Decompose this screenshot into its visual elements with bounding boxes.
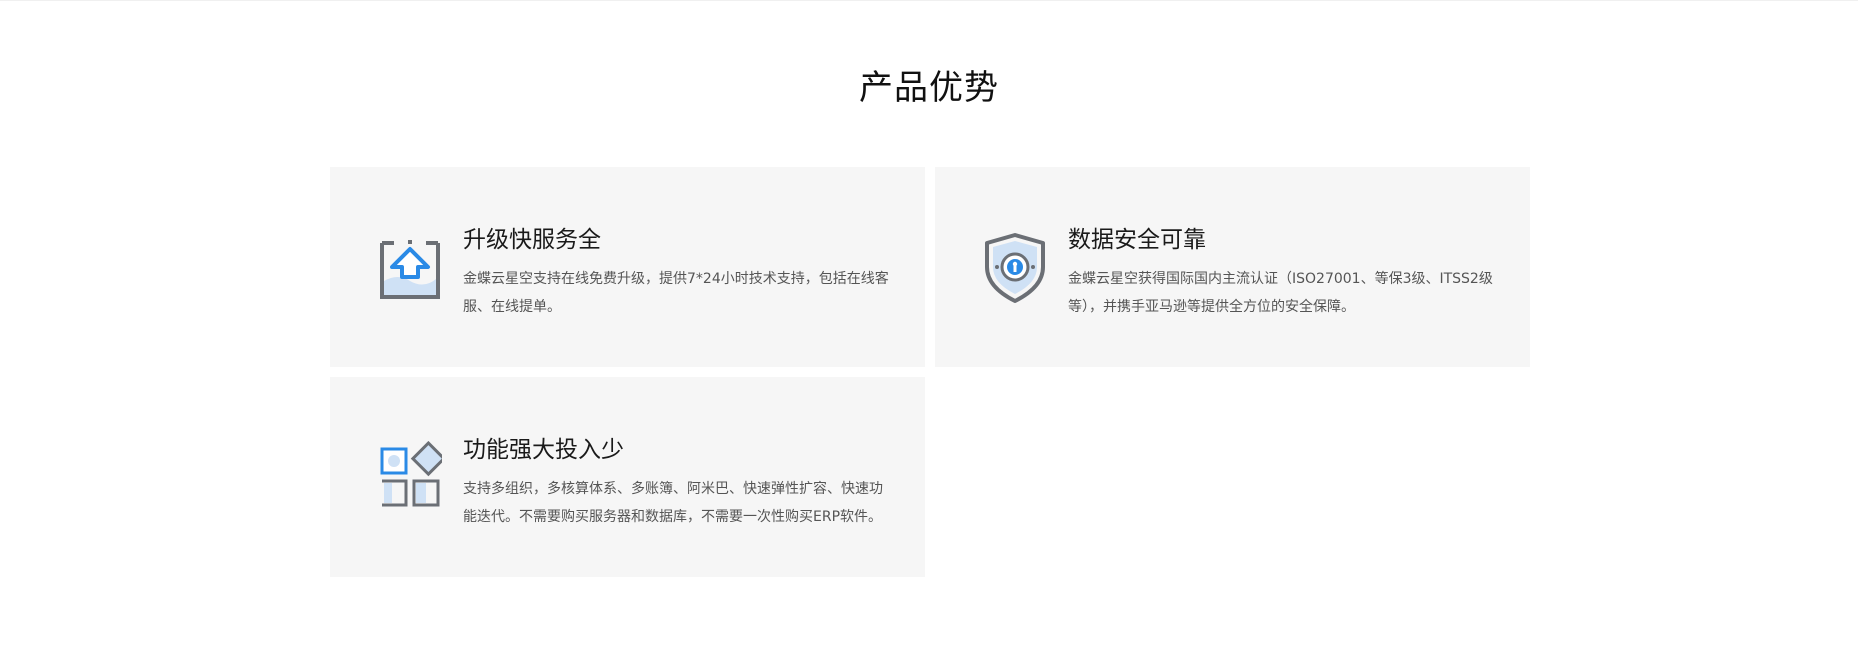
advantages-section: 产品优势 升级快服务全 金蝶云星空支持在线免费升级，提供7*24小时技术支持，包… — [0, 0, 1858, 672]
section-title: 产品优势 — [859, 68, 999, 108]
card-title: 升级快服务全 — [463, 227, 601, 253]
card-description: 支持多组织，多核算体系、多账簿、阿米巴、快速弹性扩容、快速功能迭代。不需要购买服… — [463, 481, 883, 525]
advantage-card-security: 数据安全可靠 金蝶云星空获得国际国内主流认证（ISO27001、等保3级、ITS… — [935, 167, 1530, 367]
card-description: 金蝶云星空支持在线免费升级，提供7*24小时技术支持，包括在线客服、在线提单。 — [463, 271, 889, 315]
advantage-card-upgrade: 升级快服务全 金蝶云星空支持在线免费升级，提供7*24小时技术支持，包括在线客服… — [330, 167, 925, 367]
upgrade-icon — [378, 231, 442, 303]
advantage-card-features: 功能强大投入少 支持多组织，多核算体系、多账簿、阿米巴、快速弹性扩容、快速功能迭… — [330, 377, 925, 577]
card-title: 功能强大投入少 — [463, 437, 624, 463]
shield-lock-icon — [983, 231, 1047, 303]
card-description: 金蝶云星空获得国际国内主流认证（ISO27001、等保3级、ITSS2级等），并… — [1068, 271, 1493, 315]
card-title: 数据安全可靠 — [1068, 227, 1206, 253]
modules-icon — [378, 440, 447, 513]
